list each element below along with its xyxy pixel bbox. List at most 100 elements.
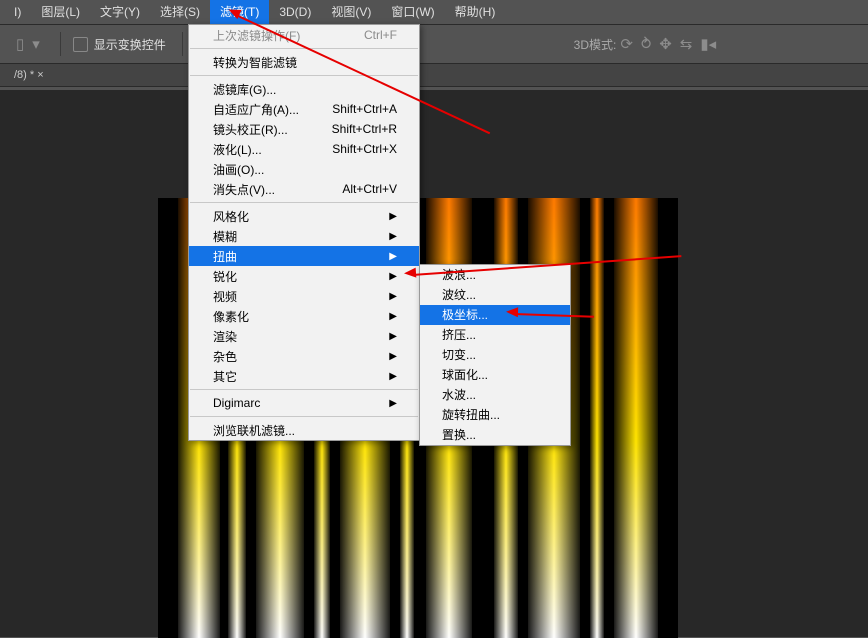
stripe — [590, 198, 604, 638]
show-transform-checkbox[interactable] — [73, 37, 88, 52]
menu-I)[interactable]: I) — [4, 0, 31, 24]
submenu-arrow-icon: ▶ — [389, 231, 397, 242]
menu-separator — [190, 202, 418, 203]
submenu-arrow-icon: ▶ — [389, 291, 397, 302]
menu-item-label: 转换为智能滤镜 — [213, 54, 297, 71]
mode3d-group: 3D模式: ⟳ ⥁ ✥ ⇆ ▮◂ — [560, 30, 728, 58]
submenu-arrow-icon: ▶ — [389, 311, 397, 322]
menu-item-label: 渲染 — [213, 328, 237, 345]
pan-icon[interactable]: ✥ — [655, 35, 676, 53]
submenu-arrow-icon: ▶ — [389, 251, 397, 262]
menu-item-浏览联机滤镜...[interactable]: 浏览联机滤镜... — [189, 420, 419, 440]
separator — [60, 32, 61, 56]
separator — [182, 32, 183, 56]
submenu-arrow-icon: ▶ — [389, 371, 397, 382]
submenu-item-波纹...[interactable]: 波纹... — [420, 285, 570, 305]
menu-item-油画(O)...[interactable]: 油画(O)... — [189, 159, 419, 179]
menu-item-label: 视频 — [213, 288, 237, 305]
align-icon[interactable]: ▯ — [12, 35, 28, 53]
menu-item-消失点(V)...[interactable]: 消失点(V)... Alt+Ctrl+V — [189, 179, 419, 199]
filter-menu-dropdown[interactable]: 上次滤镜操作(F)Ctrl+F转换为智能滤镜滤镜库(G)...自适应广角(A).… — [188, 24, 420, 441]
menu-item-shortcut: Alt+Ctrl+V — [342, 182, 397, 196]
menu-separator — [190, 75, 418, 76]
menu-item-锐化[interactable]: 锐化 ▶ — [189, 266, 419, 286]
menu-item-滤镜库(G)...[interactable]: 滤镜库(G)... — [189, 79, 419, 99]
menu-item-扭曲[interactable]: 扭曲 ▶ — [189, 246, 419, 266]
menu-item-label: 液化(L)... — [213, 141, 262, 158]
menu-item-液化(L)...[interactable]: 液化(L)... Shift+Ctrl+X — [189, 139, 419, 159]
menu-item-转换为智能滤镜[interactable]: 转换为智能滤镜 — [189, 52, 419, 72]
menu-item-Digimarc[interactable]: Digimarc ▶ — [189, 393, 419, 413]
red-arrow-2-head — [404, 268, 417, 279]
show-transform-label: 显示变换控件 — [94, 36, 166, 53]
menubar: I)图层(L)文字(Y)选择(S)滤镜(T)3D(D)视图(V)窗口(W)帮助(… — [0, 0, 868, 25]
menu-separator — [190, 416, 418, 417]
submenu-item-球面化...[interactable]: 球面化... — [420, 365, 570, 385]
distort-submenu[interactable]: 波浪...波纹...极坐标...挤压...切变...球面化...水波...旋转扭… — [419, 264, 571, 446]
menu-item-label: 杂色 — [213, 348, 237, 365]
menu-文字(Y)[interactable]: 文字(Y) — [90, 0, 150, 24]
menu-item-label: 自适应广角(A)... — [213, 101, 299, 118]
slide-icon[interactable]: ⇆ — [676, 35, 697, 53]
stripe — [614, 198, 658, 638]
submenu-arrow-icon: ▶ — [389, 398, 397, 409]
menu-item-label: 像素化 — [213, 308, 249, 325]
menu-item-label: 风格化 — [213, 208, 249, 225]
menu-item-label: 油画(O)... — [213, 161, 264, 178]
menu-item-风格化[interactable]: 风格化 ▶ — [189, 206, 419, 226]
submenu-item-水波...[interactable]: 水波... — [420, 385, 570, 405]
menu-item-shortcut: Shift+Ctrl+X — [332, 142, 397, 156]
submenu-arrow-icon: ▶ — [389, 351, 397, 362]
submenu-arrow-icon: ▶ — [389, 211, 397, 222]
menu-item-shortcut: Shift+Ctrl+A — [332, 102, 397, 116]
menu-item-label: 消失点(V)... — [213, 181, 275, 198]
submenu-item-切变...[interactable]: 切变... — [420, 345, 570, 365]
menu-item-shortcut: Shift+Ctrl+R — [332, 122, 397, 136]
camera-icon[interactable]: ▮◂ — [696, 35, 720, 53]
menu-item-像素化[interactable]: 像素化 ▶ — [189, 306, 419, 326]
menu-选择(S)[interactable]: 选择(S) — [150, 0, 210, 24]
menu-item-渲染[interactable]: 渲染 ▶ — [189, 326, 419, 346]
roll-icon[interactable]: ⥁ — [637, 35, 655, 53]
menu-item-label: 模糊 — [213, 228, 237, 245]
menu-窗口(W)[interactable]: 窗口(W) — [381, 0, 444, 24]
menu-item-模糊[interactable]: 模糊 ▶ — [189, 226, 419, 246]
menu-item-上次滤镜操作(F): 上次滤镜操作(F) Ctrl+F — [189, 25, 419, 45]
mode3d-label: 3D模式: — [574, 36, 617, 53]
orbit-icon[interactable]: ⟳ — [616, 35, 637, 53]
menu-item-label: 扭曲 — [213, 248, 237, 265]
menu-separator — [190, 389, 418, 390]
document-tab[interactable]: /8) * × — [6, 69, 52, 81]
submenu-item-置换...[interactable]: 置换... — [420, 425, 570, 445]
menu-item-杂色[interactable]: 杂色 ▶ — [189, 346, 419, 366]
menu-item-label: Digimarc — [213, 396, 260, 410]
submenu-arrow-icon: ▶ — [389, 271, 397, 282]
options-toolbar: ▯ ▾ 显示变换控件 ⎴ ⎮ ⎵ 3D模式: ⟳ ⥁ ✥ ⇆ ▮◂ — [0, 25, 868, 64]
red-arrow-3-head — [506, 307, 518, 317]
document-tabbar: /8) * × — [0, 64, 868, 87]
menu-item-label: 浏览联机滤镜... — [213, 422, 295, 439]
menu-item-shortcut: Ctrl+F — [364, 28, 397, 42]
stripe — [158, 198, 178, 638]
menu-item-其它[interactable]: 其它 ▶ — [189, 366, 419, 386]
toolgroup-left: ▯ ▾ — [4, 30, 52, 58]
menu-图层(L)[interactable]: 图层(L) — [31, 0, 90, 24]
submenu-item-挤压...[interactable]: 挤压... — [420, 325, 570, 345]
menu-item-镜头校正(R)...[interactable]: 镜头校正(R)... Shift+Ctrl+R — [189, 119, 419, 139]
menu-item-视频[interactable]: 视频 ▶ — [189, 286, 419, 306]
menu-3D(D)[interactable]: 3D(D) — [269, 0, 321, 24]
menu-item-自适应广角(A)...[interactable]: 自适应广角(A)... Shift+Ctrl+A — [189, 99, 419, 119]
menu-item-label: 其它 — [213, 368, 237, 385]
menu-item-label: 锐化 — [213, 268, 237, 285]
submenu-arrow-icon: ▶ — [389, 331, 397, 342]
dropdown-icon[interactable]: ▾ — [28, 35, 44, 53]
show-transform-wrap[interactable]: 显示变换控件 — [65, 30, 174, 58]
menu-帮助(H)[interactable]: 帮助(H) — [445, 0, 506, 24]
menu-item-label: 上次滤镜操作(F) — [213, 27, 300, 44]
stripe — [604, 198, 614, 638]
submenu-item-旋转扭曲...[interactable]: 旋转扭曲... — [420, 405, 570, 425]
menu-item-label: 镜头校正(R)... — [213, 121, 288, 138]
menu-视图(V)[interactable]: 视图(V) — [321, 0, 381, 24]
stripe — [658, 198, 678, 638]
menu-item-label: 滤镜库(G)... — [213, 81, 276, 98]
